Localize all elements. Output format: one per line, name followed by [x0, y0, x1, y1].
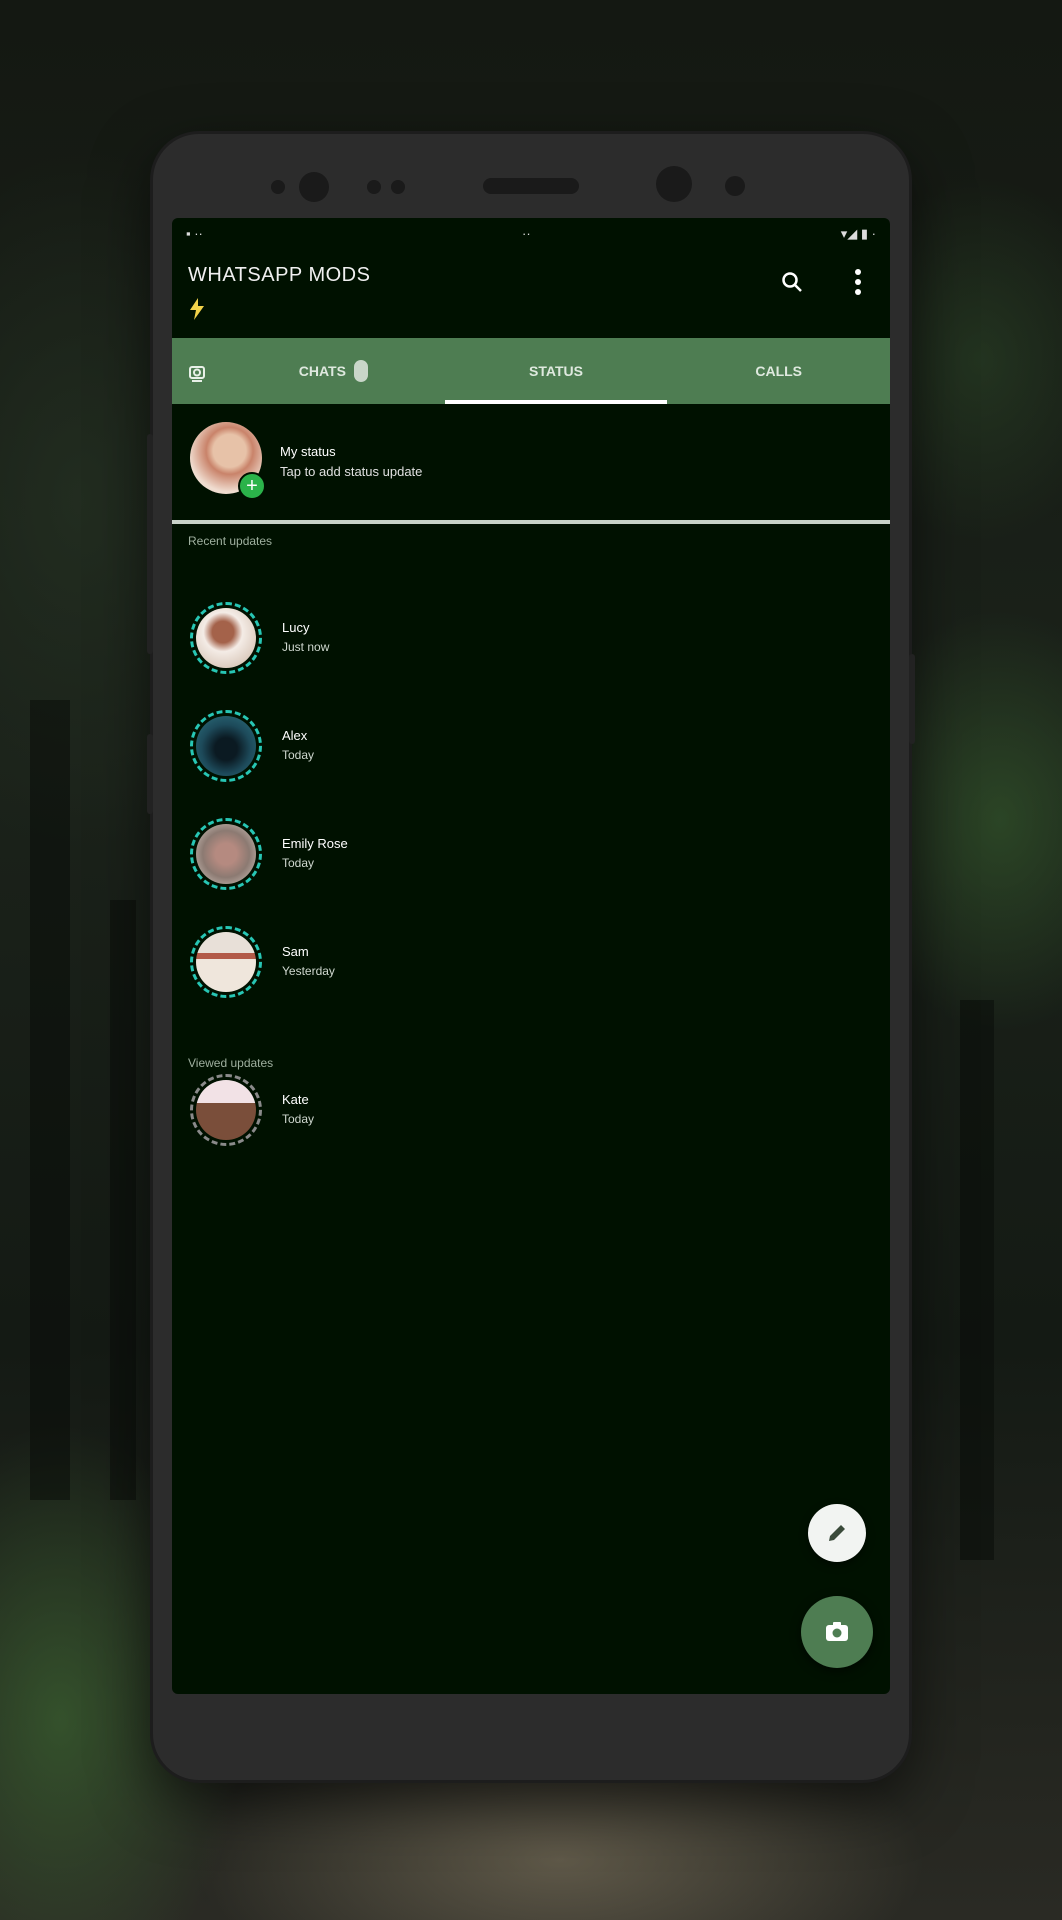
status-item[interactable]: Emily Rose Today [172, 808, 890, 904]
status-bar-left: ▪ ·· [186, 226, 203, 241]
recent-updates-label: Recent updates [188, 534, 273, 548]
phone-screen: ▪ ·· ·· ▾◢ ▮ · WHATSAPP MODS CHATS STATU… [172, 218, 890, 1694]
tree-trunk [960, 1000, 994, 1560]
unread-badge [353, 360, 368, 382]
status-ring [190, 710, 262, 782]
divider [172, 520, 890, 524]
side-button [909, 654, 915, 744]
status-name: Alex [282, 728, 308, 743]
tab-calls[interactable]: CALLS [667, 338, 890, 404]
search-icon[interactable] [778, 268, 806, 296]
bolt-icon [190, 298, 204, 320]
avatar [196, 608, 256, 668]
tab-bar: CHATS STATUS CALLS [172, 338, 890, 404]
my-status-hint: Tap to add status update [280, 464, 423, 479]
status-item[interactable]: Lucy Just now [172, 592, 890, 688]
status-bar-right: ▾◢ ▮ · [840, 226, 876, 241]
add-status-icon[interactable]: + [238, 472, 266, 500]
status-ring [190, 926, 262, 998]
avatar [196, 716, 256, 776]
sensor-dot [391, 180, 405, 194]
avatar [196, 824, 256, 884]
status-name: Lucy [282, 620, 310, 635]
phone-frame: ▪ ·· ·· ▾◢ ▮ · WHATSAPP MODS CHATS STATU… [147, 134, 915, 1780]
power-button [147, 734, 153, 814]
status-time: Today [282, 856, 315, 870]
tab-chats[interactable]: CHATS [222, 338, 445, 404]
earpiece-speaker [483, 178, 579, 194]
status-time: Today [282, 748, 315, 762]
status-name: Kate [282, 1092, 309, 1107]
more-vert-icon[interactable] [844, 268, 872, 296]
status-item[interactable]: Sam Yesterday [172, 916, 890, 1012]
tab-calls-label: CALLS [755, 363, 803, 379]
my-status-name: My status [280, 444, 336, 459]
status-ring [190, 818, 262, 890]
status-name: Sam [282, 944, 309, 959]
status-time: Just now [282, 640, 330, 654]
status-bar-mid: ·· [522, 226, 531, 241]
tab-status[interactable]: STATUS [444, 338, 668, 404]
camera-icon [189, 366, 205, 382]
front-camera-2 [656, 166, 692, 202]
status-item[interactable]: Kate Today [172, 1064, 890, 1160]
my-status-row[interactable]: + My status Tap to add status update [172, 404, 890, 520]
tree-trunk [110, 900, 136, 1500]
status-item[interactable]: Alex Today [172, 700, 890, 796]
status-time: Yesterday [282, 964, 335, 978]
sensor-dot [725, 176, 745, 196]
status-name: Emily Rose [282, 836, 348, 851]
status-bar: ▪ ·· ·· ▾◢ ▮ · [172, 218, 890, 248]
camera-tab[interactable] [172, 338, 222, 404]
tab-status-label: STATUS [529, 363, 583, 379]
sensor-dot [367, 180, 381, 194]
camera-status-button[interactable] [801, 1596, 873, 1668]
pencil-icon [829, 1525, 845, 1541]
tree-trunk [30, 700, 70, 1500]
status-ring [190, 1074, 262, 1146]
camera-icon [826, 1622, 848, 1641]
sensor-dot [271, 180, 285, 194]
avatar [196, 1080, 256, 1140]
avatar [196, 932, 256, 992]
app-title: WHATSAPP MODS [188, 264, 371, 286]
front-camera [299, 172, 329, 202]
tab-chats-label: CHATS [298, 363, 346, 379]
edit-status-button[interactable] [808, 1504, 866, 1562]
status-time: Today [282, 1112, 315, 1126]
status-ring [190, 602, 262, 674]
app-bar: WHATSAPP MODS [172, 248, 890, 338]
volume-button [147, 434, 153, 654]
